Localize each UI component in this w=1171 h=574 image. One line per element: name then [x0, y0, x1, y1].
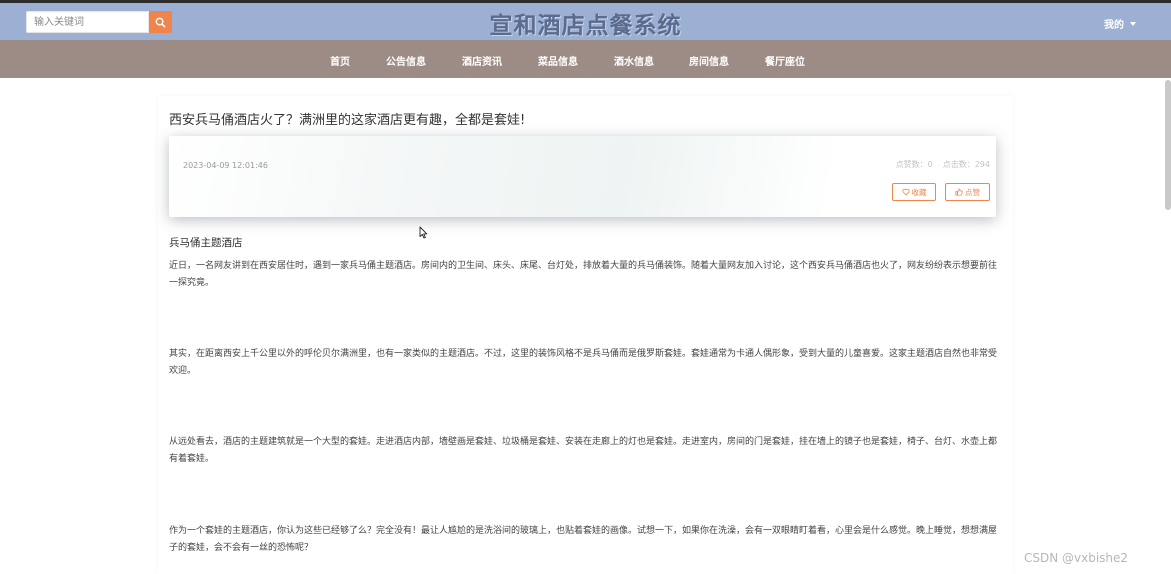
nav-item-rooms[interactable]: 房间信息: [689, 53, 729, 68]
top-header: 宣和酒店点餐系统 我的: [0, 0, 1171, 40]
favorite-button-label: 收藏: [911, 187, 927, 197]
article-meta-card: 2023-04-09 12:01:46 点赞数：0 点击数：294 收藏 点赞: [169, 136, 996, 217]
publish-date: 2023-04-09 12:01:46: [183, 161, 268, 170]
article-paragraph: 其实，在距离西安上千公里以外的呼伦贝尔满洲里，也有一家类似的主题酒店。不过，这里…: [169, 349, 998, 376]
nav-item-dishes[interactable]: 菜品信息: [538, 53, 578, 68]
main-navigation: 首页 公告信息 酒店资讯 菜品信息 酒水信息 房间信息 餐厅座位: [0, 40, 1171, 78]
site-title: 宣和酒店点餐系统: [489, 12, 682, 39]
nav-item-restaurant-seats[interactable]: 餐厅座位: [765, 53, 805, 68]
like-count: 点赞数：0: [895, 160, 933, 169]
nav-item-home[interactable]: 首页: [330, 53, 350, 68]
thumbs-up-icon: [955, 188, 963, 196]
chevron-down-icon: [1130, 22, 1136, 26]
nav-item-announcements[interactable]: 公告信息: [386, 53, 426, 68]
article-stats: 点赞数：0 点击数：294: [896, 159, 990, 170]
article-title: 西安兵马俑酒店火了？满洲里的这家酒店更有趣，全都是套娃!: [169, 113, 526, 128]
user-menu[interactable]: 我的: [1104, 16, 1136, 31]
heart-icon: [901, 188, 910, 196]
nav-item-hotel-news[interactable]: 酒店资讯: [462, 53, 502, 68]
favorite-button[interactable]: 收藏: [892, 183, 936, 201]
watermark: CSDN @vxbishe2: [1024, 551, 1129, 565]
article-paragraph: 从远处看去，酒店的主题建筑就是一个大型的套娃。走进酒店内部，墙壁画是套娃、垃圾桶…: [169, 437, 998, 464]
click-count: 点击数：294: [942, 160, 990, 169]
article-container: 西安兵马俑酒店火了？满洲里的这家酒店更有趣，全都是套娃! 2023-04-09 …: [158, 96, 1013, 574]
article-paragraph: 作为一个套娃的主题酒店，你认为这些已经够了么？完全没有！最让人尴尬的是洗浴间的玻…: [169, 526, 998, 553]
like-button-label: 点赞: [965, 187, 980, 197]
like-button[interactable]: 点赞: [945, 183, 990, 201]
page-scrollbar[interactable]: [1165, 80, 1171, 210]
article-paragraph: 近日，一名网友讲到在西安居住时，遇到一家兵马俑主题酒店。房间内的卫生间、床头、床…: [169, 261, 998, 288]
user-menu-label: 我的: [1104, 20, 1124, 31]
section-heading: 兵马俑主题酒店: [169, 237, 243, 249]
mouse-cursor-icon: [419, 224, 428, 243]
nav-item-drinks[interactable]: 酒水信息: [614, 53, 654, 68]
